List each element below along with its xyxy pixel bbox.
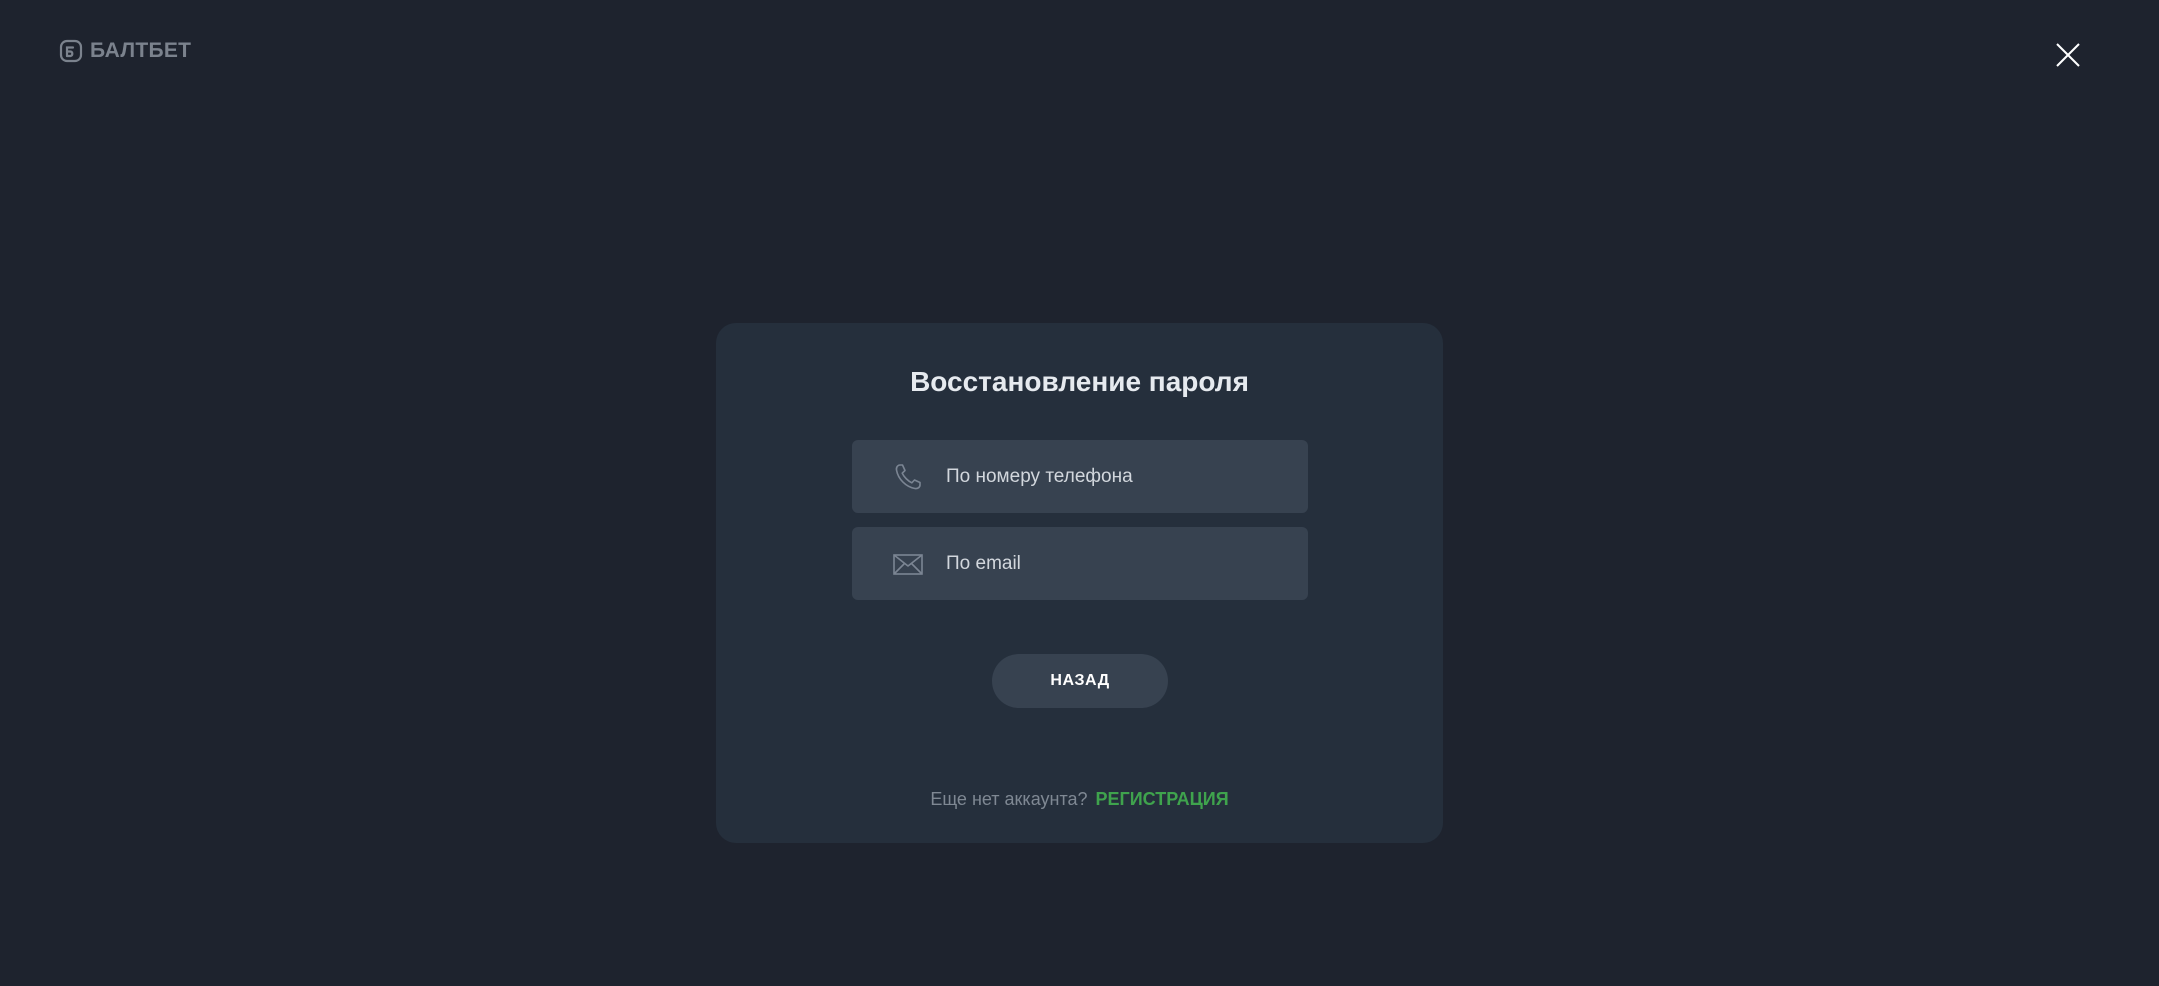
- register-link[interactable]: РЕГИСТРАЦИЯ: [1096, 789, 1229, 809]
- option-label-email: По email: [946, 552, 1021, 574]
- phone-icon: [892, 461, 924, 493]
- baltbet-logo-icon: [59, 39, 83, 63]
- register-prompt-text: Еще нет аккаунта?: [930, 789, 1088, 809]
- brand-name: БАЛТБЕТ: [90, 39, 192, 62]
- close-icon: [2056, 43, 2080, 67]
- register-prompt: Еще нет аккаунта? РЕГИСТРАЦИЯ: [716, 787, 1443, 811]
- back-button[interactable]: НАЗАД: [992, 654, 1168, 708]
- close-button[interactable]: [2051, 38, 2085, 72]
- brand-logo[interactable]: БАЛТБЕТ: [59, 38, 191, 64]
- option-label-phone: По номеру телефона: [946, 465, 1133, 487]
- password-recovery-modal: Восстановление пароля По номеру телефона…: [716, 323, 1443, 843]
- envelope-icon: [892, 548, 924, 580]
- recover-by-email-option[interactable]: По email: [852, 527, 1308, 600]
- recover-by-phone-option[interactable]: По номеру телефона: [852, 440, 1308, 513]
- modal-title: Восстановление пароля: [910, 366, 1249, 397]
